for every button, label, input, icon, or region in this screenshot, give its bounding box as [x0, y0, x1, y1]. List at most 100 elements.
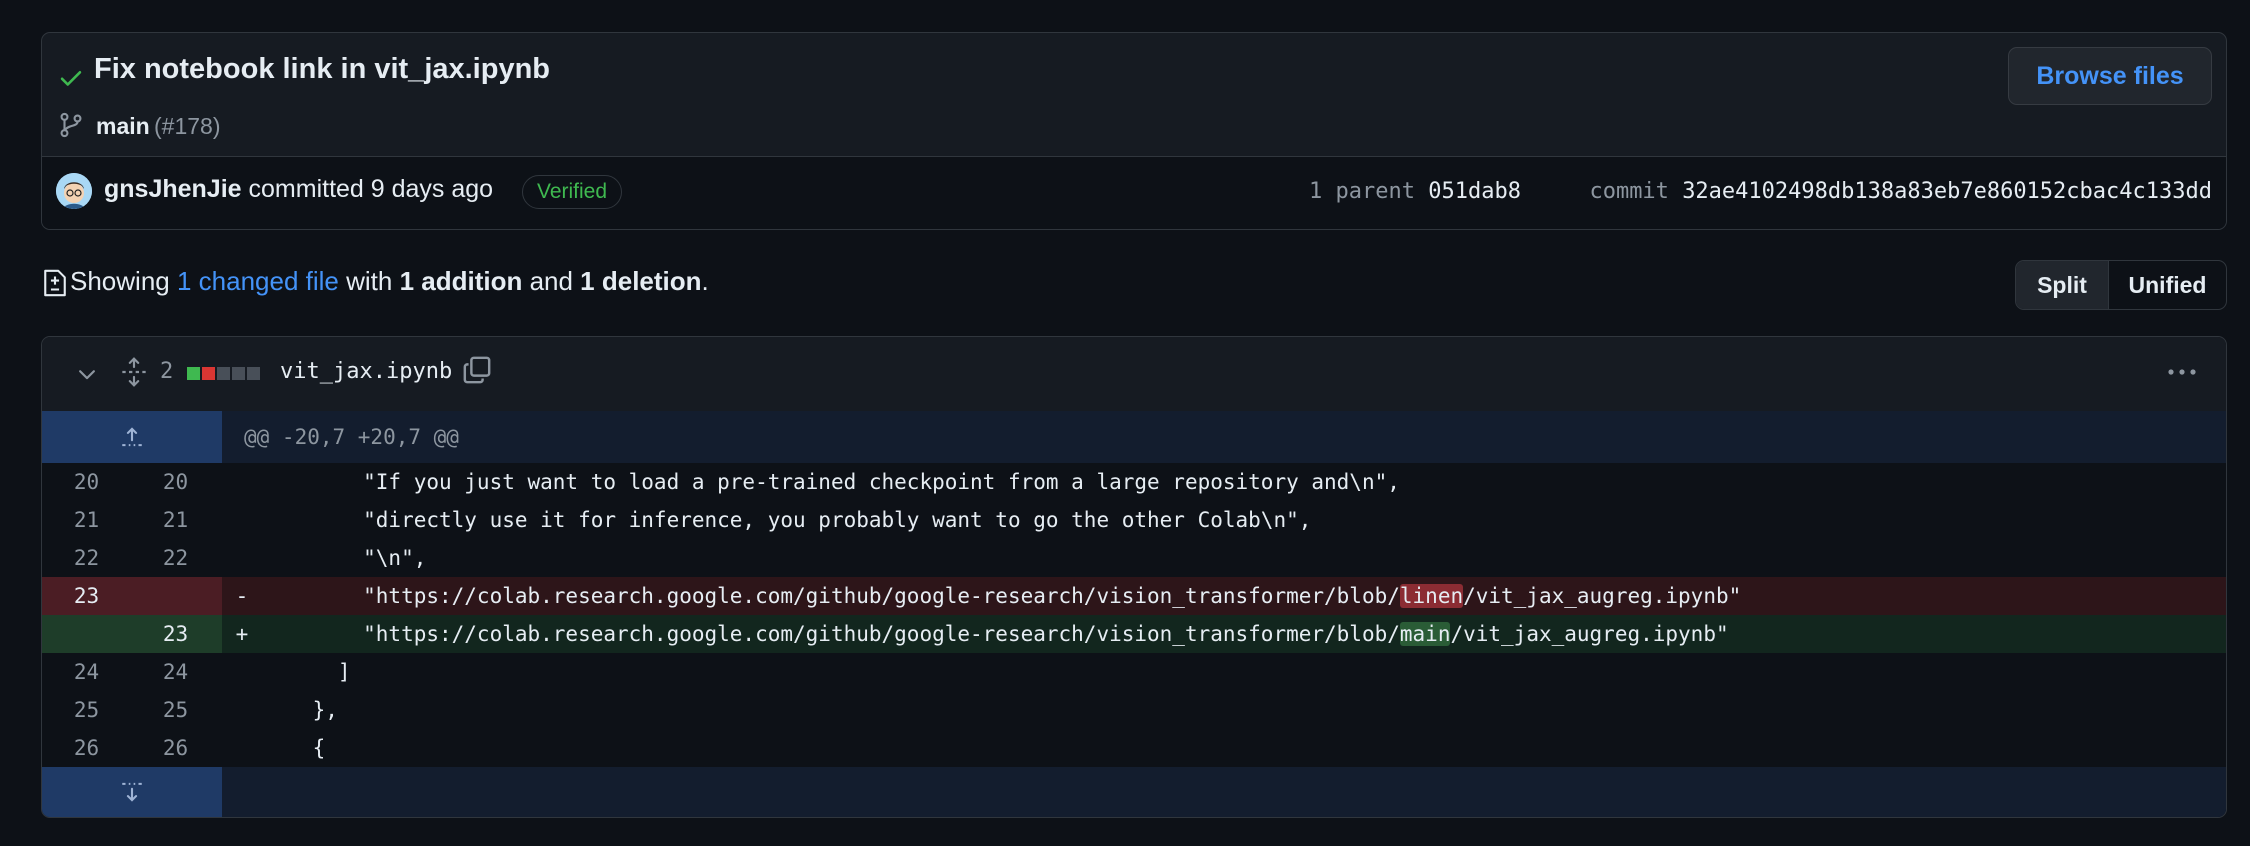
line-code: "If you just want to load a pre-trained …	[262, 470, 1400, 494]
browse-files-button[interactable]: Browse files	[2008, 47, 2212, 105]
commit-header: Fix notebook link in vit_jax.ipynb main …	[41, 32, 2227, 230]
commit-sha: 32ae4102498db138a83eb7e860152cbac4c133dd	[1682, 179, 2212, 204]
expand-down-button[interactable]	[42, 767, 222, 817]
expand-down-icon	[122, 782, 142, 802]
line-number-gutter: 22 22	[42, 539, 222, 577]
expand-all-icon[interactable]	[120, 357, 148, 387]
line-code: },	[262, 698, 338, 722]
line-number-gutter: 21 21	[42, 501, 222, 539]
old-line-number[interactable]: 20	[42, 463, 131, 501]
line-code: "https://colab.research.google.com/githu…	[262, 577, 2226, 615]
line-number-gutter: 25 25	[42, 691, 222, 729]
context-line: 20 20 "If you just want to load a pre-tra…	[42, 463, 2226, 501]
line-number-gutter: 24 24	[42, 653, 222, 691]
commit-meta-bar: gnsJhenJie committed 9 days ago Verified…	[42, 156, 2226, 229]
line-code: {	[262, 736, 326, 760]
deleted-line: 23 - "https://colab.research.google.com/g…	[42, 577, 2226, 615]
more-options-icon[interactable]	[2166, 365, 2198, 379]
expand-up-button[interactable]	[42, 411, 222, 463]
diffstat-neutral-block	[247, 367, 260, 380]
line-code: "https://colab.research.google.com/githu…	[262, 615, 2226, 653]
new-line-number[interactable]: 20	[131, 463, 220, 501]
diff-sign	[222, 463, 262, 501]
diffstat-added-block	[187, 367, 200, 380]
file-header: 2 vit_jax.ipynb	[42, 337, 2226, 412]
commit-title: Fix notebook link in vit_jax.ipynb	[94, 53, 551, 85]
commit-label: commit	[1589, 179, 1669, 204]
changes-count: 2	[160, 359, 174, 384]
diffstat	[187, 367, 260, 380]
old-line-number[interactable]: 24	[42, 653, 131, 691]
old-line-number[interactable]: 21	[42, 501, 131, 539]
hunk-header: @@ -20,7 +20,7 @@	[244, 425, 459, 449]
line-number-gutter: 23	[42, 615, 222, 653]
hunk-header-row: @@ -20,7 +20,7 @@	[42, 411, 2226, 463]
new-line-number[interactable]	[131, 577, 220, 615]
line-number-gutter: 23	[42, 577, 222, 615]
chevron-down-icon[interactable]	[76, 363, 98, 385]
new-line-number[interactable]: 24	[131, 653, 220, 691]
context-line: 22 22 "\n",	[42, 539, 2226, 577]
new-line-number[interactable]: 25	[131, 691, 220, 729]
diff-sign	[222, 501, 262, 539]
line-code: "\n",	[262, 546, 427, 570]
code-segment: "https://colab.research.google.com/githu…	[262, 622, 1400, 646]
changed-word-highlight: linen	[1399, 584, 1464, 608]
file-name-link[interactable]: vit_jax.ipynb	[280, 359, 452, 384]
summary-with: with	[338, 266, 400, 296]
code-segment: "https://colab.research.google.com/githu…	[262, 584, 1400, 608]
new-line-number[interactable]: 22	[131, 539, 220, 577]
verified-badge[interactable]: Verified	[522, 175, 623, 209]
diffstat-neutral-block	[217, 367, 230, 380]
diffstat-deleted-block	[202, 367, 215, 380]
diff-sign	[222, 691, 262, 729]
code-segment: /vit_jax_augreg.ipynb"	[1463, 584, 1742, 608]
avatar[interactable]	[56, 173, 92, 209]
expand-up-icon	[122, 427, 142, 447]
code-segment: /vit_jax_augreg.ipynb"	[1450, 622, 1729, 646]
changed-files-link[interactable]: 1 changed file	[177, 266, 339, 296]
copy-icon[interactable]	[462, 355, 492, 385]
new-line-number[interactable]: 26	[131, 729, 220, 767]
commit-summary: Fix notebook link in vit_jax.ipynb main …	[42, 33, 2226, 156]
additions-count: 1 addition	[399, 266, 523, 296]
old-line-number[interactable]: 23	[42, 577, 131, 615]
split-view-button[interactable]: Split	[2016, 261, 2109, 309]
parent-sha-link[interactable]: 051dab8	[1428, 179, 1521, 204]
new-line-number[interactable]: 21	[131, 501, 220, 539]
diff-view-toggle: Split Unified	[2015, 260, 2227, 310]
line-code: ]	[262, 660, 351, 684]
deletions-count: 1 deletion	[580, 266, 702, 296]
new-line-number[interactable]: 23	[131, 615, 220, 653]
branch-name[interactable]: main	[96, 113, 150, 140]
diff-sign: -	[235, 584, 249, 608]
author-name[interactable]: gnsJhenJie	[104, 175, 242, 203]
old-line-number[interactable]: 25	[42, 691, 131, 729]
parent-label: 1 parent	[1309, 179, 1415, 204]
unified-view-button[interactable]: Unified	[2109, 261, 2226, 309]
old-line-number[interactable]	[42, 615, 131, 653]
line-number-gutter: 26 26	[42, 729, 222, 767]
changed-word-highlight: main	[1399, 622, 1451, 646]
committed-time: committed 9 days ago	[241, 175, 494, 203]
pull-request-link[interactable]: (#178)	[154, 113, 220, 140]
commit-shas: 1 parent 051dab8 commit 32ae4102498db138…	[1309, 179, 2212, 204]
diff-sign	[222, 653, 262, 691]
check-icon	[60, 71, 82, 86]
diffstat-neutral-block	[232, 367, 245, 380]
author-line: gnsJhenJie committed 9 days ago	[104, 175, 493, 204]
summary-suffix: .	[701, 266, 709, 296]
file-diff: 2 vit_jax.ipynb @@ -20,7 +20,7 @@ 20 20 "…	[41, 336, 2227, 818]
diff-sign	[222, 729, 262, 767]
old-line-number[interactable]: 22	[42, 539, 131, 577]
line-number-gutter: 20 20	[42, 463, 222, 501]
summary-and: and	[522, 266, 581, 296]
diff-lines: @@ -20,7 +20,7 @@ 20 20 "If you just want…	[42, 411, 2226, 817]
old-line-number[interactable]: 26	[42, 729, 131, 767]
changes-summary: Showing 1 changed file with 1 addition a…	[70, 266, 709, 297]
context-line: 25 25 },	[42, 691, 2226, 729]
diff-sign: +	[235, 622, 249, 646]
expand-down-row	[42, 767, 2226, 817]
context-line: 24 24 ]	[42, 653, 2226, 691]
context-line: 26 26 {	[42, 729, 2226, 767]
